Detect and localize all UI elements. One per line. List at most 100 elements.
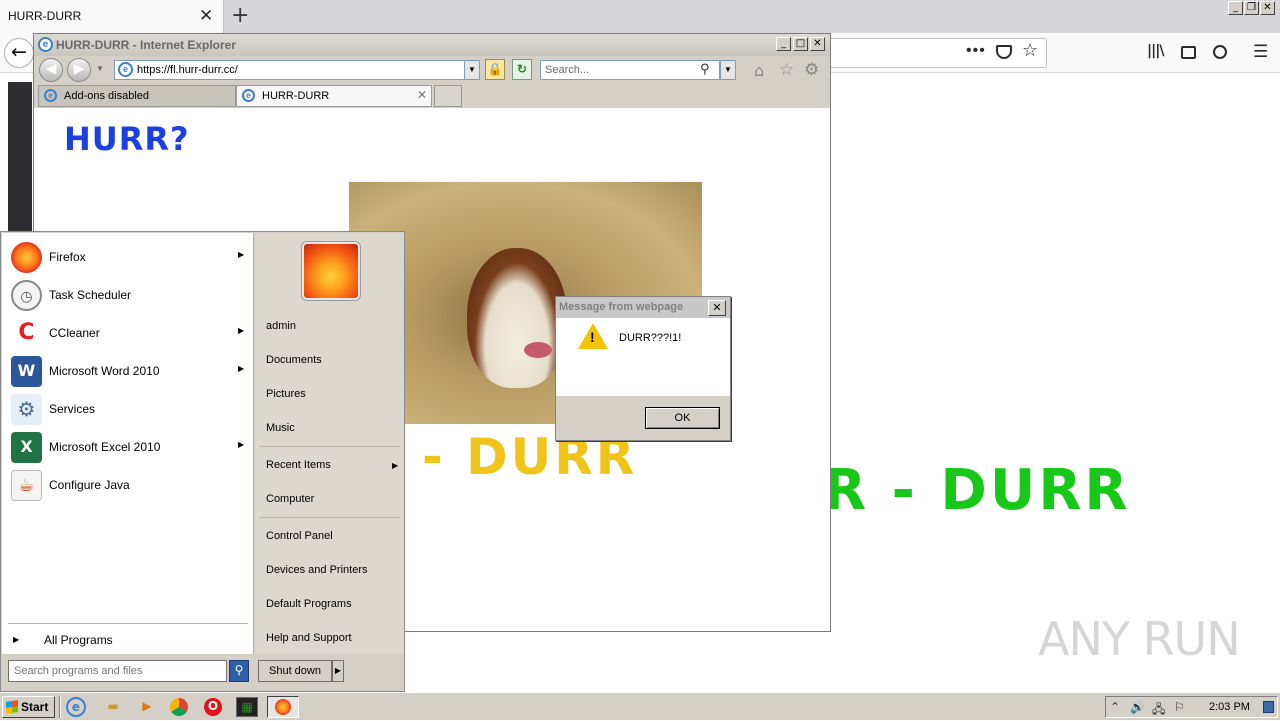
start-item-configure-java[interactable]: ☕ Configure Java [2,466,254,504]
show-desktop-icon[interactable] [1263,701,1274,713]
start-item-task-scheduler[interactable]: ◷ Task Scheduler [2,276,254,314]
new-tab-icon[interactable]: + [231,3,249,28]
clock[interactable]: 2:03 PM [1209,701,1250,713]
new-tab-button[interactable] [434,85,462,107]
close-button[interactable]: ✕ [810,37,825,51]
taskbar-firefox-task[interactable] [267,696,299,718]
close-icon[interactable]: ✕ [199,6,213,26]
tray-expand-icon[interactable]: ⌃ [1110,700,1120,714]
home-icon[interactable]: ⌂ [754,61,764,80]
address-bar[interactable]: e https://fl.hurr-durr.cc/ [114,60,480,80]
start-item-word[interactable]: W Microsoft Word 2010 ▶ [2,352,254,390]
user-avatar[interactable] [302,242,360,300]
separator [259,446,400,447]
firefox-icon [275,699,291,715]
start-link-control-panel[interactable]: Control Panel [266,530,333,542]
start-link-pictures[interactable]: Pictures [266,388,306,400]
tab-hurr-durr[interactable]: e HURR-DURR ✕ [236,85,432,107]
start-menu-places-pane: admin Documents Pictures Music Recent It… [255,233,404,654]
start-item-label: Configure Java [49,478,130,492]
dialog-title-bar[interactable]: Message from webpage ✕ [556,297,730,318]
separator [8,623,248,624]
start-link-devices-printers[interactable]: Devices and Printers [266,564,368,576]
media-player-icon[interactable]: ▶ [136,697,158,717]
system-tray: ⌃ 🔊 🖧 ⚐ 2:03 PM [1105,696,1278,718]
start-item-label: Microsoft Word 2010 [49,364,160,378]
back-arrow-icon[interactable]: ← [4,38,34,68]
ie-quicklaunch-icon[interactable]: e [66,697,86,717]
tab-addons-disabled[interactable]: e Add-ons disabled [38,85,236,107]
minimize-button[interactable]: _ [1228,1,1243,15]
ie-title-bar[interactable]: e HURR-DURR - Internet Explorer _ □ ✕ [34,34,830,56]
task-scheduler-icon: ◷ [11,280,42,311]
start-link-music[interactable]: Music [266,422,295,434]
start-button[interactable]: Start [2,696,55,718]
ok-button[interactable]: OK [645,407,720,429]
ccleaner-icon: C [11,318,42,349]
page-actions-icon[interactable]: ••• [966,42,986,60]
bulldog-head [467,248,567,388]
address-url[interactable]: https://fl.hurr-durr.cc/ [137,64,238,76]
search-icon[interactable]: ⚲ [229,660,249,682]
terminal-icon[interactable]: ▦ [236,697,258,717]
opera-icon[interactable]: O [204,698,222,716]
back-arrow-icon[interactable]: ◀ [39,58,63,82]
submenu-arrow-icon: ▶ [238,364,245,373]
shut-down-button[interactable]: Shut down [258,660,332,682]
close-icon[interactable]: ✕ [708,300,726,316]
all-programs-button[interactable]: All Programs [44,633,113,647]
firefox-tab[interactable]: HURR-DURR ✕ [0,0,224,33]
firefox-tab-title: HURR-DURR [8,9,82,23]
history-dropdown-icon[interactable]: ▼ [96,64,104,73]
start-link-computer[interactable]: Computer [266,493,314,505]
start-link-help-support[interactable]: Help and Support [266,632,352,644]
start-link-admin[interactable]: admin [266,320,296,332]
refresh-icon[interactable]: ↻ [512,59,532,80]
firefox-url-bar[interactable] [830,38,1047,68]
search-icon[interactable]: ⚲ [700,62,710,77]
maximize-button[interactable]: □ [793,37,808,51]
separator [259,517,400,518]
search-programs-input[interactable] [14,665,219,677]
search-programs-field[interactable] [8,660,227,682]
anyrun-watermark: ANY RUN [1038,612,1241,666]
tab-label: Add-ons disabled [64,90,150,102]
account-icon[interactable] [1213,45,1227,59]
favorites-star-icon[interactable]: ☆ [779,60,794,80]
start-item-services[interactable]: ⚙ Services [2,390,254,428]
start-item-label: Microsoft Excel 2010 [49,440,161,454]
explorer-folder-icon[interactable]: ▬ [102,697,124,717]
start-link-recent-items[interactable]: Recent Items [266,459,331,471]
tools-gear-icon[interactable]: ⚙ [804,60,819,80]
search-input[interactable]: Search... ⚲ [540,60,720,80]
restore-button[interactable]: ❐ [1244,1,1259,15]
excel-icon: X [11,432,42,463]
chrome-icon[interactable] [170,698,188,716]
durr-text-green: R - DURR [823,458,1131,523]
start-link-documents[interactable]: Documents [266,354,322,366]
minimize-button[interactable]: _ [776,37,791,51]
forward-arrow-icon[interactable]: ▶ [67,58,91,82]
start-item-ccleaner[interactable]: C CCleaner ▶ [2,314,254,352]
close-button[interactable]: ✕ [1260,1,1275,15]
submenu-arrow-icon: ▶ [392,461,399,470]
start-item-firefox[interactable]: Firefox ▶ [2,238,254,276]
start-item-excel[interactable]: X Microsoft Excel 2010 ▶ [2,428,254,466]
search-dropdown-icon[interactable]: ▼ [720,60,736,80]
java-icon: ☕ [11,470,42,501]
action-center-flag-icon[interactable]: ⚐ [1174,700,1185,714]
hamburger-menu-icon[interactable]: ☰ [1253,42,1268,62]
start-menu: Firefox ▶ ◷ Task Scheduler C CCleaner ▶ … [0,231,405,692]
lock-icon[interactable]: 🔒 [485,59,505,80]
network-icon[interactable]: 🖧 [1152,700,1165,721]
warning-mark: ! [590,329,595,345]
shut-down-options-icon[interactable]: ▶ [332,660,344,682]
address-dropdown-icon[interactable]: ▼ [464,60,480,80]
volume-icon[interactable]: 🔊 [1130,700,1145,714]
close-icon[interactable]: ✕ [417,88,427,102]
bookmark-star-icon[interactable]: ☆ [1022,40,1038,61]
sidebar-icon[interactable] [1181,46,1196,59]
start-link-default-programs[interactable]: Default Programs [266,598,352,610]
library-icon[interactable]: |||\ [1147,43,1164,59]
ie-page-icon: e [44,89,57,102]
